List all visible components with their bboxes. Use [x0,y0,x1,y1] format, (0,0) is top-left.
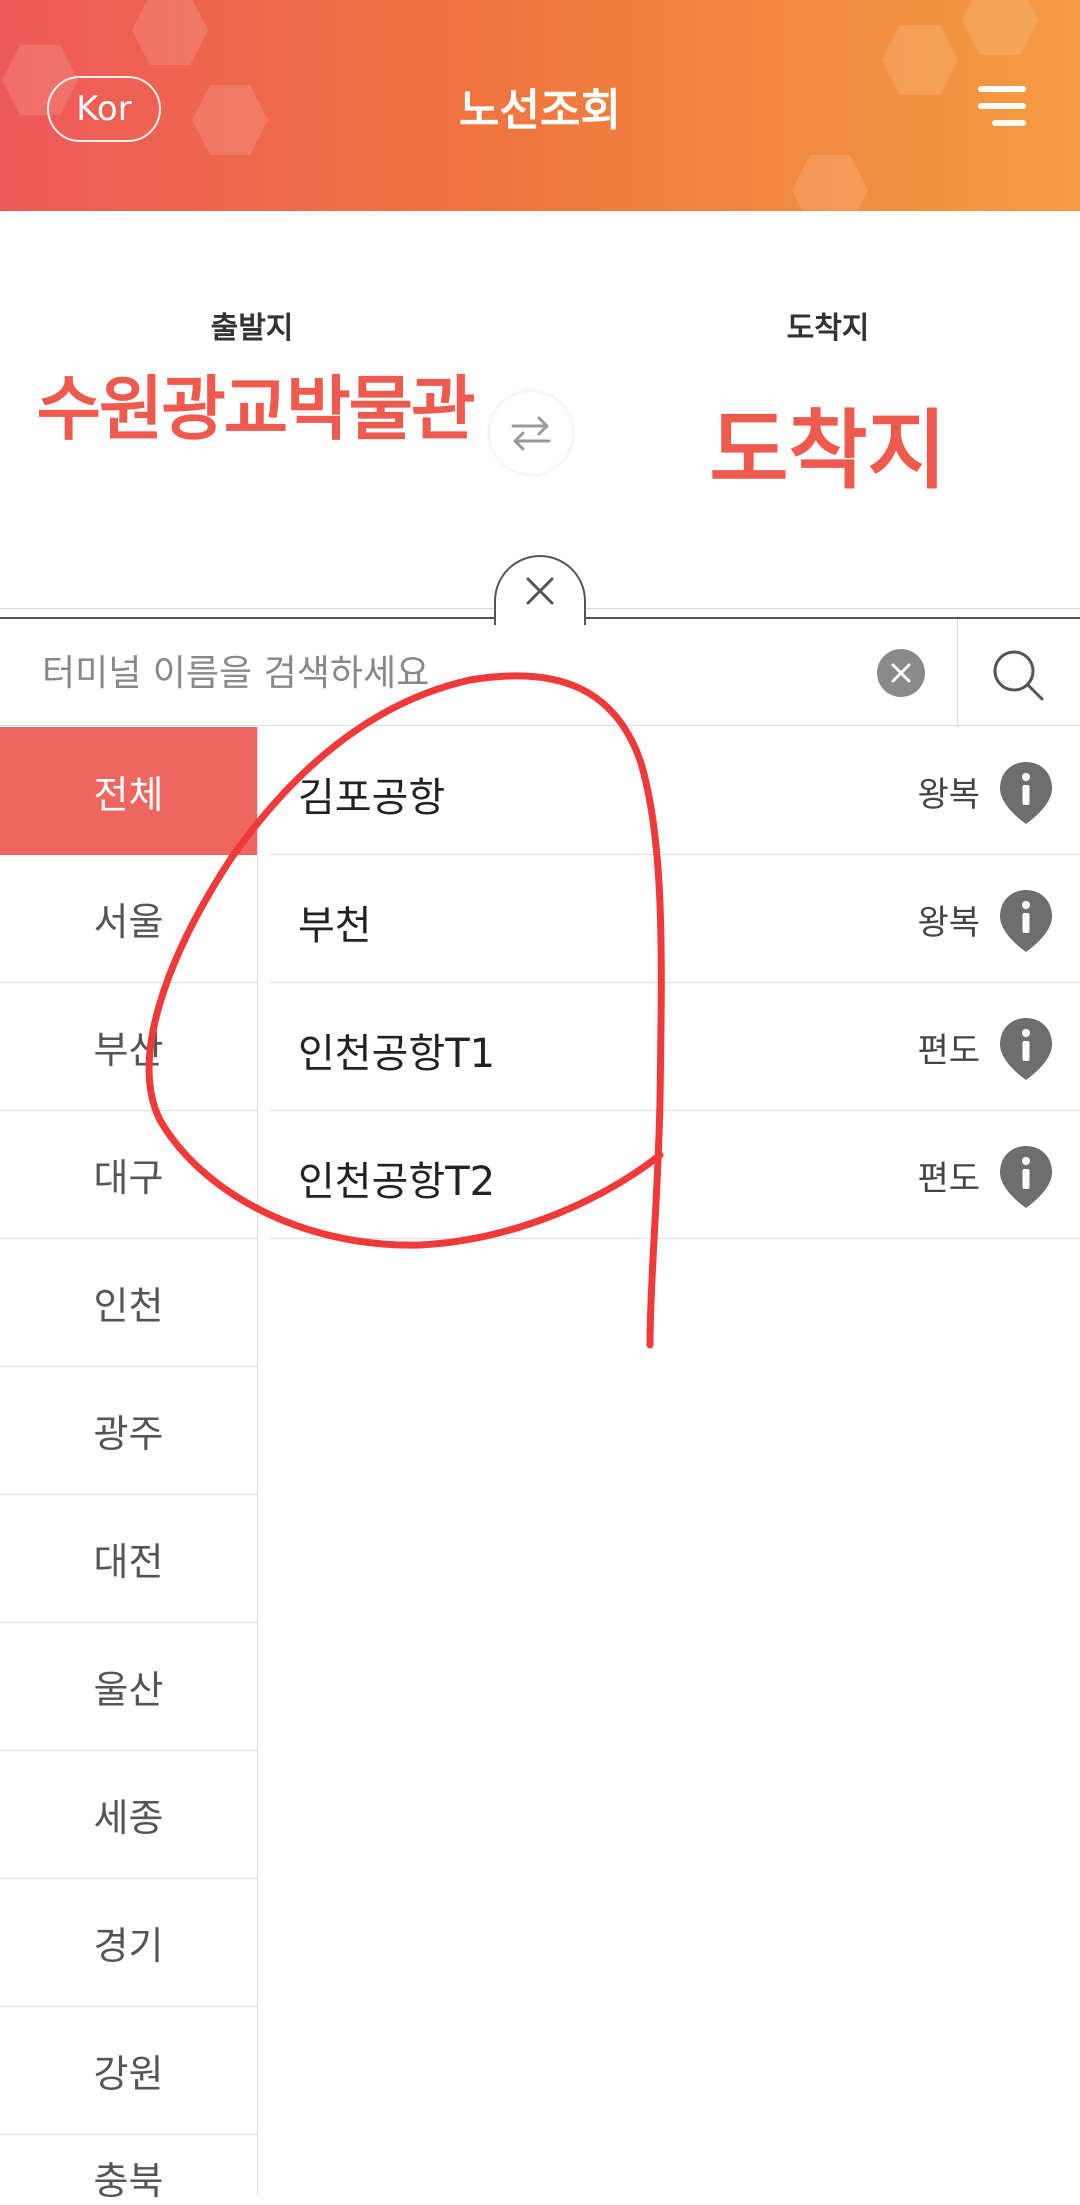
region-item-busan[interactable]: 부산 [0,983,257,1111]
origin-label: 출발지 [210,311,294,346]
search-bar [0,619,1080,726]
region-item-all[interactable]: 전체 [0,727,257,855]
terminal-list: 김포공항 왕복 부천 왕복 인천공항T1 편도 인천공항T2 편도 [270,727,1080,1239]
dest-label: 도착지 [786,311,870,346]
swap-icon [511,416,551,451]
region-item-gwangju[interactable]: 광주 [0,1367,257,1495]
region-item-gangwon[interactable]: 강원 [0,2007,257,2135]
region-item-sejong[interactable]: 세종 [0,1751,257,1879]
region-list: 전체 서울 부산 대구 인천 광주 대전 울산 세종 경기 강원 충북 [0,727,258,2203]
trip-type: 왕복 [917,775,980,815]
terminal-row[interactable]: 부천 왕복 [270,855,1080,983]
region-item-incheon[interactable]: 인천 [0,1239,257,1367]
decor-hexagon [132,0,208,65]
dest-value[interactable]: 도착지 [668,380,988,505]
region-item-daegu[interactable]: 대구 [0,1111,257,1239]
swap-button[interactable] [490,392,572,474]
region-item-ulsan[interactable]: 울산 [0,1623,257,1751]
info-icon[interactable] [998,1016,1054,1082]
app-header: Kor 노선조회 [0,0,1080,211]
terminal-name: 인천공항T1 [298,1031,496,1077]
origin-value[interactable]: 수원광교박물관 [30,353,480,454]
decor-hexagon [962,0,1038,55]
terminal-name: 김포공항 [298,775,446,821]
trip-type: 왕복 [917,903,980,943]
info-icon[interactable] [998,1144,1054,1210]
terminal-name: 부천 [298,903,372,949]
search-icon[interactable] [990,647,1046,703]
search-input[interactable] [40,639,864,707]
menu-icon[interactable] [976,86,1026,130]
trip-type: 편도 [917,1159,980,1199]
clear-search-button[interactable] [877,649,925,697]
terminal-row[interactable]: 인천공항T1 편도 [270,983,1080,1111]
decor-hexagon [792,155,868,211]
info-icon[interactable] [998,760,1054,826]
region-item-daejeon[interactable]: 대전 [0,1495,257,1623]
region-item-seoul[interactable]: 서울 [0,855,257,983]
clear-icon [891,663,911,683]
search-separator [957,619,958,725]
terminal-row[interactable]: 인천공항T2 편도 [270,1111,1080,1239]
terminal-row[interactable]: 김포공항 왕복 [270,727,1080,855]
region-item-gyeonggi[interactable]: 경기 [0,1879,257,2007]
info-icon[interactable] [998,888,1054,954]
terminal-name: 인천공항T2 [298,1159,496,1205]
page-title: 노선조회 [459,85,621,136]
close-icon [526,577,554,605]
trip-type: 편도 [917,1031,980,1071]
close-panel-button[interactable] [494,555,586,625]
